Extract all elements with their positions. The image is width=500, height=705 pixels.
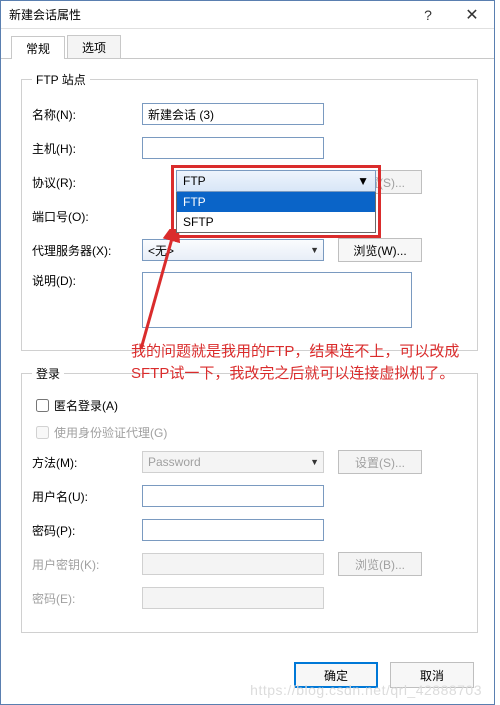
proxy-combo[interactable]: <无> ▼ [142,239,324,261]
host-input[interactable] [142,137,324,159]
chevron-down-icon: ▼ [357,174,369,188]
proxy-label: 代理服务器(X): [32,242,142,259]
chevron-down-icon: ▼ [310,457,319,467]
anon-checkbox[interactable] [36,399,49,412]
userkey-input [142,553,324,575]
pass-label: 密码(P): [32,522,142,539]
protocol-option-sftp[interactable]: SFTP [177,212,375,232]
highlight-box: FTP ▼ FTP SFTP [171,165,381,238]
chevron-down-icon: ▼ [310,245,319,255]
keypass-label: 密码(E): [32,590,142,607]
desc-input[interactable] [142,272,412,328]
proxy-value: <无> [148,242,174,259]
keypass-input [142,587,324,609]
titlebar: 新建会话属性 ? ✕ [1,1,494,29]
tab-strip: 常规 选项 [1,35,494,59]
method-settings-button[interactable]: 设置(S)... [338,450,422,474]
desc-label: 说明(D): [32,272,142,289]
port-label: 端口号(O): [32,208,142,225]
userkey-label: 用户密钥(K): [32,556,142,573]
watermark: https://blog.csdn.net/qrl_42888703 [250,682,482,698]
annotation-text: 我的问题就是我用的FTP，结果连不上，可以改成SFTP试一下，我改完之后就可以连… [131,341,481,385]
protocol-dropdown-overlay: FTP ▼ FTP SFTP [171,165,381,238]
proxy-browse-button[interactable]: 浏览(W)... [338,238,422,262]
user-input[interactable] [142,485,324,507]
tab-options[interactable]: 选项 [67,35,121,58]
anon-row: 匿名登录(A) [32,396,467,415]
help-button[interactable]: ? [406,1,450,29]
tab-general[interactable]: 常规 [11,36,65,59]
user-label: 用户名(U): [32,488,142,505]
dialog-title: 新建会话属性 [9,6,406,23]
userkey-browse-button[interactable]: 浏览(B)... [338,552,422,576]
name-input[interactable] [142,103,324,125]
protocol-option-ftp[interactable]: FTP [177,192,375,212]
cert-agent-label: 使用身份验证代理(G) [54,424,167,441]
method-combo[interactable]: Password ▼ [142,451,324,473]
protocol-combo[interactable]: FTP ▼ [176,170,376,192]
method-value: Password [148,455,201,469]
cert-agent-row: 使用身份验证代理(G) [32,423,467,442]
name-label: 名称(N): [32,106,142,123]
host-label: 主机(H): [32,140,142,157]
anon-label: 匿名登录(A) [54,397,118,414]
ftp-legend: FTP 站点 [32,71,90,88]
dialog-window: 新建会话属性 ? ✕ 常规 选项 FTP 站点 名称(N): 主机(H): 协议… [0,0,495,705]
login-group: 登录 匿名登录(A) 使用身份验证代理(G) 方法(M): Password ▼… [21,365,478,633]
cert-agent-checkbox [36,426,49,439]
protocol-label: 协议(R): [32,174,142,191]
close-button[interactable]: ✕ [450,1,494,29]
protocol-combo-value: FTP [183,174,206,188]
method-label: 方法(M): [32,454,142,471]
login-legend: 登录 [32,365,64,382]
protocol-dropdown-list: FTP SFTP [176,192,376,233]
pass-input[interactable] [142,519,324,541]
